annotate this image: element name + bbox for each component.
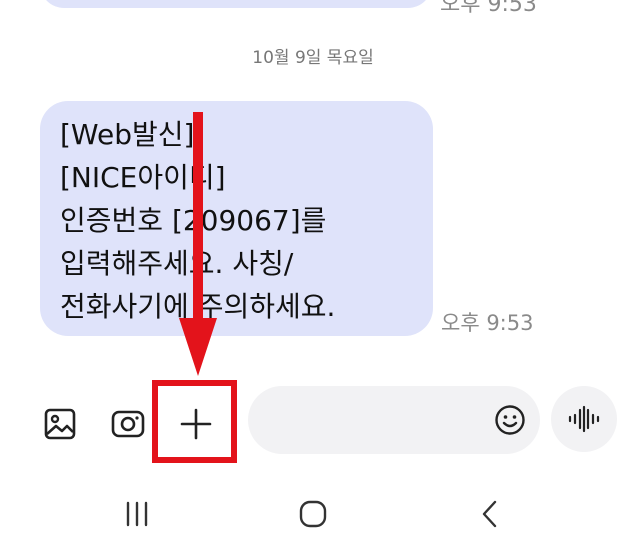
- camera-button[interactable]: [104, 400, 152, 448]
- previous-message-bubble[interactable]: [40, 0, 432, 8]
- message-line: [Web발신]: [60, 118, 195, 151]
- home-icon: [299, 500, 327, 528]
- message-bubble[interactable]: [Web발신] [NICE아이디] 인증번호 [209067]를 입력해주세요.…: [40, 101, 433, 336]
- message-line: 인증번호 [209067]를: [60, 204, 327, 237]
- camera-icon: [111, 410, 145, 438]
- plus-icon: [180, 408, 212, 440]
- emoji-button[interactable]: [494, 404, 526, 436]
- date-divider: 10월 9일 목요일: [252, 48, 374, 68]
- message-time: 오후 9:53: [441, 311, 534, 335]
- emoji-icon: [495, 405, 525, 435]
- back-icon: [482, 500, 497, 528]
- gallery-button[interactable]: [36, 400, 84, 448]
- recents-button[interactable]: [117, 494, 157, 534]
- attach-button[interactable]: [170, 398, 222, 450]
- recents-icon: [126, 501, 148, 527]
- voice-input-button[interactable]: [551, 386, 617, 452]
- message-line: 입력해주세요. 사칭/: [60, 247, 294, 280]
- message-line: 전화사기에 주의하세요.: [60, 290, 336, 323]
- navigation-bar: [0, 480, 626, 546]
- back-button[interactable]: [470, 494, 510, 534]
- voice-waveform-icon: [568, 405, 600, 433]
- messages-screen: 오후 9:53 10월 9일 목요일 [Web발신] [NICE아이디] 인증번…: [0, 0, 626, 555]
- gallery-icon: [44, 408, 76, 440]
- previous-message-time: 오후 9:53: [440, 0, 537, 17]
- message-input-container[interactable]: [248, 386, 540, 456]
- message-line: [NICE아이디]: [60, 161, 226, 194]
- home-button[interactable]: [293, 494, 333, 534]
- message-input[interactable]: [272, 386, 496, 456]
